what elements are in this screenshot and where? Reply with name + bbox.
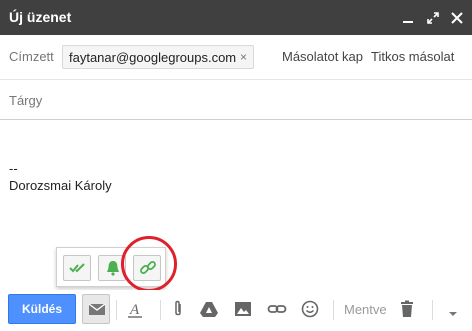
minimize-icon[interactable]: [400, 10, 416, 26]
recipient-chip[interactable]: faytanar@googlegroups.com ×: [62, 45, 254, 69]
subject-input[interactable]: [9, 90, 464, 110]
recipient-email: faytanar@googlegroups.com: [69, 50, 237, 65]
trash-icon[interactable]: [397, 299, 417, 319]
compose-titlebar[interactable]: Új üzenet: [0, 0, 472, 35]
double-check-button[interactable]: [63, 255, 91, 281]
emoji-icon[interactable]: [300, 299, 320, 319]
svg-text:A: A: [129, 302, 140, 318]
bcc-link[interactable]: Titkos másolat: [371, 49, 454, 64]
maximize-icon[interactable]: [425, 10, 441, 26]
send-button[interactable]: Küldés: [8, 294, 76, 324]
labs-envelope-icon: [88, 303, 106, 315]
toolbar-divider: [432, 300, 433, 320]
subject-row: [0, 80, 472, 120]
compose-toolbar: Küldés A Mentve: [0, 290, 472, 331]
saved-status: Mentve: [344, 302, 387, 317]
signature-name: Dorozsmai Károly: [9, 178, 112, 193]
close-icon[interactable]: [449, 10, 465, 26]
more-options-icon[interactable]: [448, 305, 458, 316]
window-title: Új üzenet: [9, 9, 72, 25]
drive-icon[interactable]: [199, 299, 219, 319]
photo-icon[interactable]: [233, 299, 253, 319]
labs-popup: [56, 247, 166, 287]
link-icon[interactable]: [267, 299, 287, 319]
double-check-icon: [69, 263, 85, 273]
recipients-row[interactable]: Címzett faytanar@googlegroups.com × Máso…: [0, 35, 472, 80]
reminder-button[interactable]: [98, 255, 126, 281]
signature-separator: --: [9, 161, 18, 176]
link-tracking-button[interactable]: [133, 255, 161, 281]
link-chain-icon: [140, 261, 156, 274]
cc-link[interactable]: Másolatot kap: [282, 49, 363, 64]
labs-toggle-button[interactable]: [82, 294, 110, 324]
toolbar-divider: [160, 300, 161, 320]
remove-recipient-icon[interactable]: ×: [240, 50, 247, 64]
toolbar-divider: [333, 300, 334, 320]
toolbar-divider: [116, 300, 117, 320]
bell-icon: [107, 261, 119, 276]
paperclip-icon[interactable]: [168, 299, 188, 319]
text-format-icon[interactable]: A: [125, 299, 145, 319]
to-label: Címzett: [9, 49, 54, 64]
